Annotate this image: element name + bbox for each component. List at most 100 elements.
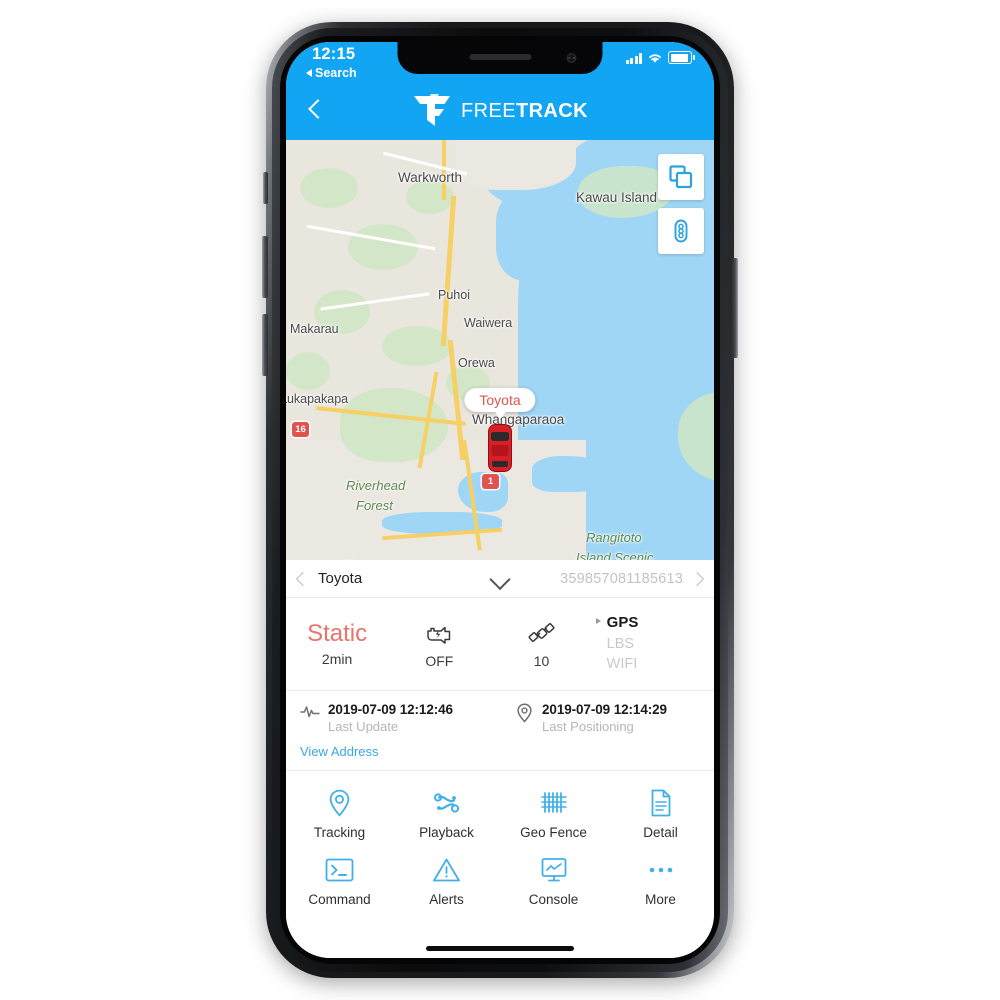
previous-device-button[interactable] bbox=[295, 571, 311, 586]
signal-bars-icon bbox=[625, 53, 642, 64]
action-more[interactable]: More bbox=[607, 848, 714, 915]
device-selector-row: Toyota 359857081185613 bbox=[286, 560, 714, 598]
map-label: Orewa bbox=[458, 356, 495, 370]
map-view[interactable]: Warkworth Kawau Island Puhoi Waiwera Mak… bbox=[286, 140, 714, 560]
network-wifi: WIFI bbox=[606, 656, 638, 673]
document-icon bbox=[607, 788, 714, 818]
map-traffic-button[interactable] bbox=[658, 208, 704, 254]
map-label: aukapakapa bbox=[286, 392, 349, 406]
action-alerts[interactable]: Alerts bbox=[393, 848, 500, 915]
location-pin-icon bbox=[286, 788, 393, 818]
map-pin-icon bbox=[514, 702, 534, 734]
action-label: Playback bbox=[419, 825, 474, 840]
map-green-3 bbox=[406, 180, 454, 214]
action-grid-row-1: Tracking Playback Geo Fence Detail bbox=[286, 781, 714, 848]
battery-icon bbox=[668, 51, 695, 64]
status-network-list: GPS LBS WIFI bbox=[593, 613, 714, 674]
status-acc: OFF bbox=[388, 620, 490, 669]
map-land-north bbox=[456, 140, 576, 190]
map-green-1 bbox=[300, 168, 358, 208]
app-header: FREETRACK bbox=[286, 86, 714, 140]
header-back-button[interactable] bbox=[304, 98, 326, 120]
action-grid-row-2: Command Alerts Console More bbox=[286, 848, 714, 915]
wifi-icon bbox=[649, 54, 661, 63]
last-update-value: 2019-07-09 12:12:46 bbox=[328, 702, 453, 717]
device-info-panel: Toyota 359857081185613 Static 2min OFF 1… bbox=[286, 560, 714, 958]
action-label: More bbox=[645, 892, 676, 907]
device-imei: 359857081185613 bbox=[560, 570, 683, 587]
earpiece-speaker bbox=[469, 54, 531, 60]
status-satellite-count: 10 bbox=[533, 652, 550, 669]
map-route-shield: 16 bbox=[292, 422, 309, 437]
freetrack-ft-monogram-icon bbox=[414, 94, 451, 126]
timestamps-row: 2019-07-09 12:12:46 Last Update 2019-07-… bbox=[286, 691, 714, 771]
action-geo-fence[interactable]: Geo Fence bbox=[500, 781, 607, 848]
action-label: Tracking bbox=[313, 825, 366, 840]
pulse-heartbeat-icon bbox=[300, 702, 320, 734]
map-label: Riverhead bbox=[346, 478, 406, 493]
last-positioning-label: Last Positioning bbox=[542, 719, 634, 734]
action-playback[interactable]: Playback bbox=[393, 781, 500, 848]
map-label: Makarau bbox=[290, 322, 339, 336]
volume-up-button[interactable] bbox=[262, 236, 268, 298]
front-camera bbox=[566, 53, 577, 63]
volume-down-button[interactable] bbox=[262, 314, 268, 376]
map-green-7 bbox=[286, 352, 330, 390]
map-label: Puhoi bbox=[438, 288, 470, 302]
map-label: Rangitoto bbox=[586, 530, 642, 545]
status-bar-time: 12:15 bbox=[312, 45, 356, 63]
view-address-link[interactable]: View Address bbox=[286, 734, 714, 770]
action-tracking[interactable]: Tracking bbox=[286, 781, 393, 848]
map-route-shield: 1 bbox=[482, 474, 499, 489]
status-state: Static 2min bbox=[286, 621, 388, 667]
ellipsis-icon bbox=[607, 855, 714, 885]
map-label: Forest bbox=[356, 498, 393, 513]
map-layers-icon bbox=[669, 165, 693, 189]
home-indicator[interactable] bbox=[426, 946, 574, 951]
action-label: Alerts bbox=[429, 892, 464, 907]
action-label: Console bbox=[528, 892, 579, 907]
last-update-label: Last Update bbox=[328, 719, 399, 734]
monitor-chart-icon bbox=[500, 855, 607, 885]
next-device-button[interactable] bbox=[689, 571, 705, 586]
network-lbs: LBS bbox=[606, 635, 635, 652]
red-car-top-view-icon bbox=[488, 424, 512, 472]
phone-device: 12:15 Search FREETRACK Warkworth Kawau I… bbox=[262, 22, 738, 978]
silent-switch[interactable] bbox=[263, 172, 268, 204]
expand-device-list-button[interactable] bbox=[489, 568, 511, 591]
action-label: Detail bbox=[643, 825, 678, 840]
device-name: Toyota bbox=[318, 570, 363, 587]
freetrack-logo: FREETRACK bbox=[412, 94, 588, 128]
last-positioning-value: 2019-07-09 12:14:29 bbox=[542, 702, 667, 717]
status-state-duration: 2min bbox=[321, 651, 353, 668]
vehicle-marker-callout[interactable]: Toyota bbox=[464, 388, 536, 419]
status-satellites: 10 bbox=[490, 620, 592, 669]
status-bar-indicators bbox=[625, 51, 695, 64]
action-console[interactable]: Console bbox=[500, 848, 607, 915]
logo-text-free: FREE bbox=[461, 100, 516, 122]
action-grid: Tracking Playback Geo Fence Detail Comma… bbox=[286, 771, 714, 915]
return-to-search-button[interactable]: Search bbox=[306, 66, 357, 80]
terminal-icon bbox=[286, 855, 393, 885]
action-command[interactable]: Command bbox=[286, 848, 393, 915]
geofence-grid-icon bbox=[500, 788, 607, 818]
action-label: Command bbox=[308, 892, 371, 907]
map-label: Whangaparaoa bbox=[472, 412, 565, 427]
triangle-left-icon bbox=[306, 69, 312, 77]
map-layers-button[interactable] bbox=[658, 154, 704, 200]
freetrack-wordmark: FREETRACK bbox=[461, 101, 588, 121]
map-label: Island Scenic bbox=[576, 550, 654, 560]
map-land-south bbox=[286, 440, 586, 560]
vehicle-marker[interactable] bbox=[487, 423, 513, 473]
map-green-2 bbox=[348, 224, 418, 270]
route-playback-icon bbox=[393, 788, 500, 818]
engine-acc-icon bbox=[388, 620, 490, 648]
status-state-value: Static bbox=[307, 619, 368, 647]
last-positioning-cell: 2019-07-09 12:14:29 Last Positioning bbox=[500, 702, 714, 734]
device-status-row: Static 2min OFF 10 GPS LBS WIFI bbox=[286, 598, 714, 691]
last-update-cell: 2019-07-09 12:12:46 Last Update bbox=[286, 702, 500, 734]
action-detail[interactable]: Detail bbox=[607, 781, 714, 848]
map-road-2 bbox=[440, 196, 457, 346]
return-to-search-label: Search bbox=[315, 66, 357, 80]
power-button[interactable] bbox=[732, 258, 738, 358]
